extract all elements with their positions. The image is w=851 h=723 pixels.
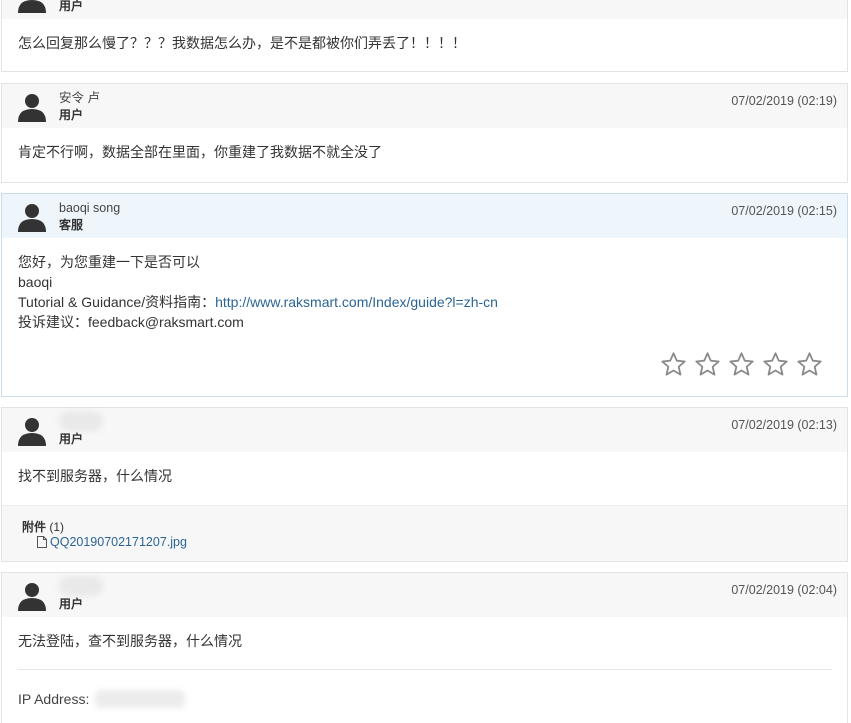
- message-date: 07/02/2019 (02:04): [731, 583, 837, 597]
- message-text: 怎么回复那么慢了？？？我数据怎么办，是不是都被你们弄丢了！！！！: [18, 35, 466, 51]
- user-avatar-icon: [18, 94, 46, 122]
- message-body: 您好，为您重建一下是否可以 baoqi Tutorial & Guidance/…: [2, 238, 847, 332]
- star-icon[interactable]: [762, 351, 789, 378]
- star-icon[interactable]: [796, 351, 823, 378]
- author-role: 用户: [59, 432, 84, 446]
- message-user-4: 用户 07/02/2019 (02:04) 无法登陆，查不到服务器，什么情况 I…: [1, 572, 848, 723]
- author-name: 安令 卢: [59, 91, 100, 105]
- message-user-3: 用户 07/02/2019 (02:13) 找不到服务器，什么情况 附件 (1)…: [1, 407, 848, 562]
- message-header: 用户 07/02/2019 (02:13): [2, 408, 847, 452]
- attachments-count: (1): [49, 520, 65, 534]
- author-role: 客服: [59, 218, 84, 232]
- guide-label: Tutorial & Guidance/资料指南：: [18, 294, 216, 310]
- guide-link[interactable]: http://www.raksmart.com/Index/guide?l=zh…: [215, 294, 498, 310]
- message-body: 无法登陆，查不到服务器，什么情况: [2, 617, 847, 651]
- message-user-0: 用户 怎么回复那么慢了？？？我数据怎么办，是不是都被你们弄丢了！！！！: [1, 0, 848, 72]
- user-avatar-icon: [18, 583, 46, 611]
- attachment-filename: QQ20190702171207.jpg: [50, 535, 187, 549]
- attachments-section: 附件 (1) QQ20190702171207.jpg: [2, 505, 847, 561]
- user-avatar-icon: [18, 418, 46, 446]
- user-avatar-icon: [18, 0, 46, 13]
- message-text: 找不到服务器，什么情况: [18, 468, 172, 484]
- divider: [17, 669, 832, 670]
- ip-label: IP Address:: [18, 691, 90, 707]
- author-name: baoqi song: [59, 201, 121, 215]
- attachments-title: 附件 (1): [22, 518, 64, 535]
- message-user-1: 安令 卢 用户 07/02/2019 (02:19) 肯定不行啊，数据全部在里面…: [1, 83, 848, 183]
- ip-address-line: IP Address:: [18, 690, 186, 708]
- message-header: baoqi song 客服 07/02/2019 (02:15): [2, 194, 847, 238]
- message-header: 安令 卢 用户 07/02/2019 (02:19): [2, 84, 847, 128]
- message-header: 用户 07/02/2019 (02:04): [2, 573, 847, 617]
- ip-value-redacted: [95, 690, 186, 708]
- guide-line: Tutorial & Guidance/资料指南：http://www.raks…: [18, 292, 831, 312]
- message-body: 找不到服务器，什么情况: [2, 452, 847, 486]
- message-staff-2: baoqi song 客服 07/02/2019 (02:15) 您好，为您重建…: [1, 193, 848, 397]
- feedback-line: 投诉建议：feedback@raksmart.com: [18, 314, 244, 330]
- message-date: 07/02/2019 (02:13): [731, 418, 837, 432]
- attachments-label: 附件: [22, 520, 47, 534]
- author-role: 用户: [59, 108, 84, 122]
- message-body: 肯定不行啊，数据全部在里面，你重建了我数据不就全没了: [2, 128, 847, 162]
- message-text: 肯定不行啊，数据全部在里面，你重建了我数据不就全没了: [18, 144, 382, 160]
- message-text: 您好，为您重建一下是否可以: [18, 254, 200, 270]
- star-icon[interactable]: [694, 351, 721, 378]
- message-signature: baoqi: [18, 274, 53, 290]
- message-header: 用户: [2, 0, 847, 19]
- staff-avatar-icon: [18, 204, 46, 232]
- rating-stars: [660, 351, 823, 378]
- message-date: 07/02/2019 (02:15): [731, 204, 837, 218]
- message-date: 07/02/2019 (02:19): [731, 94, 837, 108]
- message-body: 怎么回复那么慢了？？？我数据怎么办，是不是都被你们弄丢了！！！！: [2, 19, 847, 53]
- author-role: 用户: [59, 597, 84, 611]
- attachment-link[interactable]: QQ20190702171207.jpg: [37, 535, 187, 549]
- author-role: 用户: [59, 0, 84, 13]
- star-icon[interactable]: [660, 351, 687, 378]
- message-text: 无法登陆，查不到服务器，什么情况: [18, 633, 242, 649]
- star-icon[interactable]: [728, 351, 755, 378]
- file-icon: [37, 536, 47, 548]
